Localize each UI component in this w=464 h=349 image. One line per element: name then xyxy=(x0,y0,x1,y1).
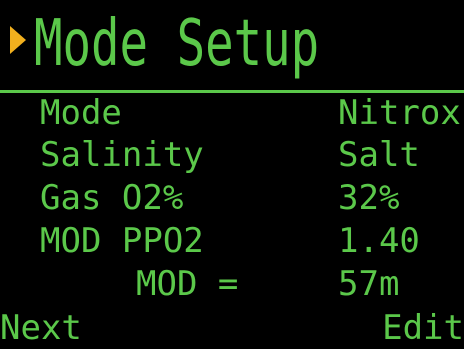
next-button[interactable]: Next xyxy=(0,308,82,349)
title-row: Mode Setup xyxy=(0,0,464,88)
edit-button[interactable]: Edit xyxy=(382,308,464,349)
mode-label: Mode xyxy=(40,93,122,133)
mod-readout-row: MOD = 57m xyxy=(0,263,464,305)
setting-row-gas-o2[interactable]: Gas O2% 32% xyxy=(0,177,464,219)
page-title: Mode Setup xyxy=(34,7,320,81)
salinity-value: Salt xyxy=(338,135,420,175)
mod-label: MOD = xyxy=(136,264,239,304)
mod-value: 57m xyxy=(338,264,400,304)
dive-computer-screen: Mode Setup Mode Nitrox Salinity Salt Gas… xyxy=(0,0,464,349)
setting-row-mode[interactable]: Mode Nitrox xyxy=(0,92,464,134)
setting-row-salinity[interactable]: Salinity Salt xyxy=(0,134,464,176)
mod-ppo2-label: MOD PPO2 xyxy=(40,221,204,261)
mode-value: Nitrox xyxy=(338,93,461,133)
softkey-bar: Next Edit xyxy=(0,308,464,349)
mod-ppo2-value: 1.40 xyxy=(338,221,420,261)
gas-o2-value: 32% xyxy=(338,178,400,218)
triangle-right-icon xyxy=(10,26,26,54)
setting-row-mod-ppo2[interactable]: MOD PPO2 1.40 xyxy=(0,220,464,262)
gas-o2-label: Gas O2% xyxy=(40,178,184,218)
salinity-label: Salinity xyxy=(40,135,204,175)
